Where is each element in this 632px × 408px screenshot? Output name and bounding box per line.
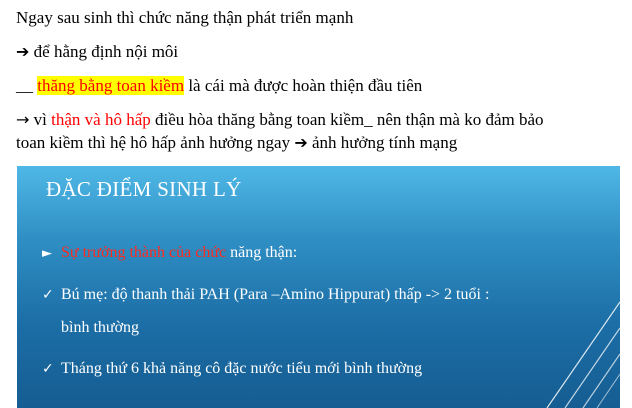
slide-bullet-3-text: Tháng thứ 6 khả năng cô đặc nước tiểu mớ… [61, 360, 423, 377]
note-line-5-after: ảnh hưởng tính mạng [307, 133, 458, 152]
red-text: thận và hô hấp [51, 110, 151, 129]
check-bullet-icon: ✓ [42, 287, 54, 303]
slide-image: ĐẶC ĐIỂM SINH LÝ ► Sự trưởng thành của ch… [17, 166, 620, 408]
highlighted-text: thăng bằng toan kiềm [37, 76, 185, 95]
triangle-bullet-icon: ► [42, 246, 52, 261]
slide-bullet-1: ► Sự trưởng thành của chức năng thận: [42, 244, 297, 262]
note-line-4: → vì thận và hô hấp điều hòa thăng bằng … [16, 110, 544, 130]
bold-arrow-icon: ➔ [294, 133, 308, 152]
slide-bullet-1-rest: năng thận: [226, 244, 298, 261]
slide-bullet-2-text: Bú mẹ: độ thanh thải PAH (Para –Amino Hi… [61, 286, 490, 303]
slide-bullet-2-continuation: bình thường [61, 319, 140, 336]
note-line-4-rest: điều hòa thăng bằng toan kiềm_ nên thận … [150, 110, 544, 129]
right-arrow-icon: → [16, 110, 30, 129]
note-line-2-text: để hằng định nội môi [29, 42, 179, 61]
note-line-3-prefix: __ [16, 76, 38, 95]
note-line-3-rest: là cái mà được hoàn thiện đầu tiên [184, 76, 423, 95]
note-line-2: ➔ để hằng định nội môi [16, 42, 178, 62]
note-line-5-text: toan kiềm thì hệ hô hấp ảnh hưởng ngay [16, 133, 295, 152]
note-line-4-pre: vì [29, 110, 52, 129]
slide-title: ĐẶC ĐIỂM SINH LÝ [46, 177, 242, 201]
slide-bullet-2: ✓ Bú mẹ: độ thanh thải PAH (Para –Amino H… [42, 286, 489, 304]
bold-arrow-icon: ➔ [16, 42, 30, 61]
note-line-5: toan kiềm thì hệ hô hấp ảnh hưởng ngay ➔… [16, 133, 457, 153]
note-line-1: Ngay sau sinh thì chức năng thận phát tr… [16, 8, 354, 27]
slide-bullet-3: ✓ Tháng thứ 6 khả năng cô đặc nước tiểu m… [42, 360, 422, 378]
note-line-3: __ thăng bằng toan kiềm là cái mà được h… [16, 76, 422, 96]
slide-bullet-1-red: Sự trưởng thành của chức [61, 244, 227, 261]
check-bullet-icon: ✓ [42, 361, 54, 377]
